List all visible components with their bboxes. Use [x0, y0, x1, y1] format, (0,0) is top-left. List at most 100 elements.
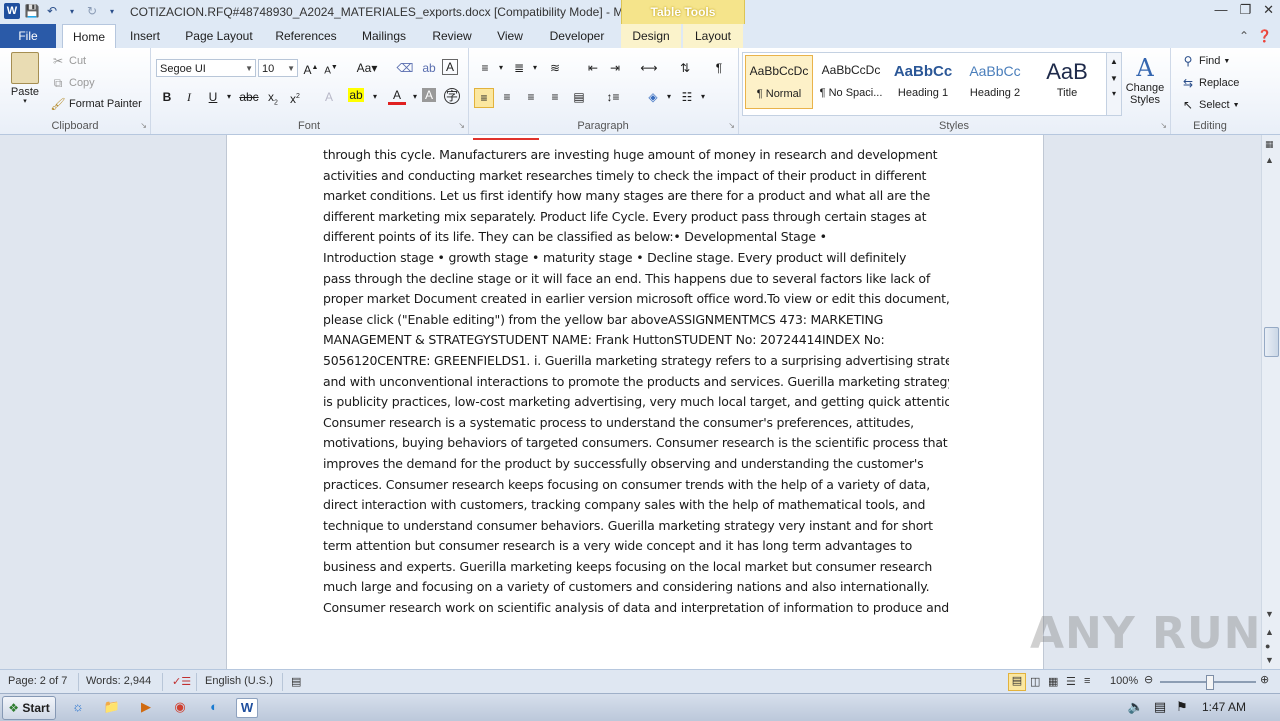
underline-dropdown-icon[interactable]: ▾ — [220, 88, 238, 106]
bullets-dropdown-icon[interactable]: ▾ — [492, 59, 510, 77]
bold-icon[interactable]: B — [158, 88, 176, 106]
tab-design[interactable]: Design — [621, 24, 681, 48]
zoom-out-icon[interactable]: ⊖ — [1144, 673, 1153, 686]
shrink-font-icon[interactable]: A▼ — [322, 59, 340, 77]
tab-developer[interactable]: Developer — [540, 24, 614, 48]
chevron-down-icon[interactable]: ▼ — [1107, 74, 1121, 83]
style-title[interactable]: AaB Title — [1033, 55, 1101, 109]
multilevel-list-icon[interactable]: ≋ — [546, 59, 564, 77]
close-icon[interactable]: ✕ — [1263, 2, 1274, 18]
chrome-icon[interactable]: ◉ — [170, 698, 190, 716]
show-formatting-marks-icon[interactable]: ¶ — [710, 59, 728, 77]
increase-indent-icon[interactable]: ⇥ — [606, 59, 624, 77]
borders-dropdown-icon[interactable]: ▾ — [694, 88, 712, 106]
style-heading-1[interactable]: AaBbCc Heading 1 — [889, 55, 957, 109]
italic-icon[interactable]: I — [180, 88, 198, 106]
tab-references[interactable]: References — [268, 24, 344, 48]
network-icon[interactable]: ▤ — [1150, 698, 1170, 716]
tab-layout[interactable]: Layout — [683, 24, 743, 48]
distribute-icon[interactable]: ▤ — [570, 88, 588, 106]
clear-formatting-icon[interactable]: ⌫ — [396, 59, 414, 77]
grow-font-icon[interactable]: A▲ — [302, 59, 320, 77]
tab-mailings[interactable]: Mailings — [352, 24, 416, 48]
justify-icon[interactable]: ≡ — [546, 88, 564, 106]
document-page[interactable]: through this cycle. Manufacturers are in… — [226, 135, 1044, 669]
undo-dropdown-icon[interactable]: ▾ — [64, 3, 80, 19]
sort-icon[interactable]: ⇅ — [676, 59, 694, 77]
tab-insert[interactable]: Insert — [118, 24, 172, 48]
format-painter-button[interactable]: 🖌 Format Painter — [50, 96, 141, 112]
change-case-icon[interactable]: Aa▾ — [354, 59, 380, 77]
ruler-toggle-icon[interactable]: ▦ — [1265, 139, 1274, 150]
save-icon[interactable]: 💾 — [24, 3, 40, 19]
print-layout-icon[interactable]: ▤ — [1008, 673, 1026, 691]
font-color-icon[interactable]: A — [388, 88, 406, 105]
zoom-slider-thumb[interactable] — [1206, 675, 1214, 690]
paragraph-launcher-icon[interactable]: ↘ — [728, 121, 735, 130]
line-spacing-icon[interactable]: ↕≡ — [604, 88, 622, 106]
style-no-spacing[interactable]: AaBbCcDc ¶ No Spaci... — [817, 55, 885, 109]
styles-launcher-icon[interactable]: ↘ — [1160, 121, 1167, 130]
previous-page-icon[interactable]: ▲ — [1265, 627, 1274, 637]
select-button[interactable]: ↖ Select ▼ — [1180, 97, 1240, 113]
tab-page-layout[interactable]: Page Layout — [178, 24, 260, 48]
vertical-scrollbar[interactable]: ▦ ▲ ▼ ▲ ● ▼ — [1261, 135, 1280, 669]
document-body[interactable]: through this cycle. Manufacturers are in… — [323, 145, 949, 619]
highlight-icon[interactable]: ab — [348, 88, 364, 102]
language-indicator[interactable]: English (U.S.) — [205, 675, 273, 687]
proofing-icon[interactable]: ✓☰ — [172, 675, 191, 688]
minimize-icon[interactable]: — — [1214, 2, 1227, 18]
clipboard-launcher-icon[interactable]: ↘ — [140, 121, 147, 130]
copy-button[interactable]: ⧉ Copy — [50, 75, 95, 91]
flag-icon[interactable]: ⚑ — [1172, 698, 1192, 716]
tab-review[interactable]: Review — [424, 24, 480, 48]
clock[interactable]: 1:47 AM — [1202, 700, 1246, 714]
strikethrough-icon[interactable]: abc — [238, 88, 260, 106]
decrease-indent-icon[interactable]: ⇤ — [584, 59, 602, 77]
tab-view[interactable]: View — [488, 24, 532, 48]
full-screen-reading-icon[interactable]: ◫ — [1030, 675, 1040, 688]
style-heading-2[interactable]: AaBbCc Heading 2 — [961, 55, 1029, 109]
numbering-dropdown-icon[interactable]: ▾ — [526, 59, 544, 77]
tab-file[interactable]: File — [0, 24, 56, 48]
folder-icon[interactable]: 📁 — [102, 698, 122, 716]
start-button[interactable]: ❖ Start — [2, 696, 56, 720]
outline-icon[interactable]: ☰ — [1066, 675, 1076, 688]
character-shading-icon[interactable]: A — [422, 88, 436, 102]
more-styles-icon[interactable]: ▾ — [1107, 89, 1121, 98]
enclose-characters-icon[interactable]: 字 — [444, 88, 460, 104]
next-page-icon[interactable]: ▼ — [1265, 655, 1274, 665]
highlight-dropdown-icon[interactable]: ▾ — [366, 88, 384, 106]
select-browse-object-icon[interactable]: ● — [1265, 641, 1270, 651]
change-styles-button[interactable]: A Change Styles — [1124, 54, 1166, 106]
scrollbar-thumb[interactable] — [1264, 327, 1279, 357]
superscript-icon[interactable]: x2 — [286, 88, 304, 106]
subscript-icon[interactable]: x2 — [264, 88, 282, 106]
word-taskbar-icon[interactable]: W — [236, 698, 258, 718]
zoom-in-icon[interactable]: ⊕ — [1260, 673, 1269, 686]
replace-button[interactable]: ⇆ Replace — [1180, 75, 1239, 91]
chevron-up-icon[interactable]: ▲ — [1107, 57, 1121, 66]
tab-home[interactable]: Home — [62, 24, 116, 49]
redo-icon[interactable]: ↻ — [84, 3, 100, 19]
shading-dropdown-icon[interactable]: ▾ — [660, 88, 678, 106]
internet-explorer-icon[interactable]: ☼ — [68, 698, 88, 716]
style-normal[interactable]: AaBbCcDc ¶ Normal — [745, 55, 813, 109]
media-player-icon[interactable]: ▶ — [136, 698, 156, 716]
text-effects-icon[interactable]: A — [320, 88, 338, 106]
font-name-combo[interactable]: Segoe UI ▼ — [156, 59, 256, 77]
character-border-icon[interactable]: A — [442, 59, 458, 75]
phonetic-guide-icon[interactable]: ab — [420, 59, 438, 77]
edge-icon[interactable]: ◐ — [204, 698, 224, 716]
undo-icon[interactable]: ↶ — [44, 3, 60, 19]
minimize-ribbon-icon[interactable]: ⌃ — [1239, 29, 1249, 43]
help-icon[interactable]: ❓ — [1257, 29, 1272, 43]
zoom-level[interactable]: 100% — [1110, 675, 1138, 687]
web-layout-icon[interactable]: ▦ — [1048, 675, 1058, 688]
word-count[interactable]: Words: 2,944 — [86, 675, 151, 687]
scroll-up-icon[interactable]: ▲ — [1265, 155, 1274, 165]
paste-button[interactable]: Paste ▾ — [8, 52, 42, 105]
page-indicator[interactable]: Page: 2 of 7 — [8, 675, 67, 687]
volume-icon[interactable]: 🔈 — [1126, 698, 1146, 716]
draft-icon[interactable]: ≡ — [1084, 675, 1090, 687]
